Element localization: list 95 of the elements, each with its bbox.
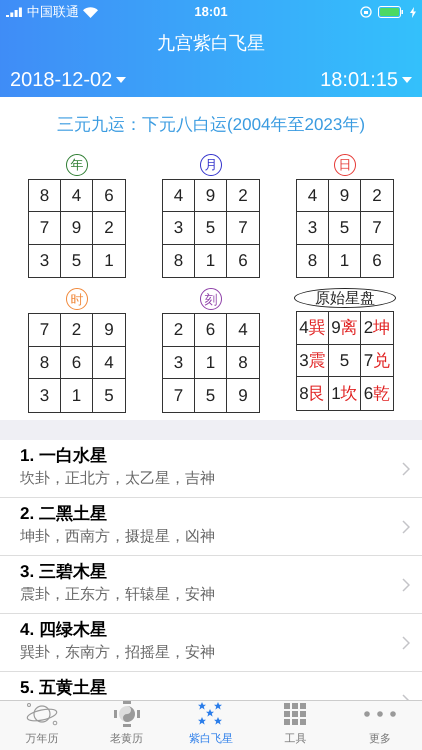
- grid-cell: 9: [61, 212, 93, 244]
- grid-cell: 8: [29, 346, 61, 379]
- charging-icon: [410, 6, 416, 18]
- grid-cell: 2: [163, 314, 195, 346]
- grid-cell: 3: [163, 212, 195, 244]
- signal-icon: [6, 7, 23, 17]
- grid-cell: 2: [227, 180, 259, 212]
- grid-cell: 3震: [297, 344, 329, 377]
- more-icon: [362, 710, 397, 718]
- grid-label: 月: [200, 154, 222, 176]
- grid-icon: [284, 703, 306, 726]
- grid-cell: 2: [361, 180, 393, 212]
- grid-cell: 4巽: [297, 312, 329, 344]
- star-list-item[interactable]: 1. 一白水星 坎卦，正北方，太乙星，吉神: [0, 440, 422, 498]
- grid-cell: 7: [163, 379, 195, 412]
- grid-cell: 1: [61, 379, 93, 412]
- star-title: 3. 三碧木星: [20, 562, 108, 582]
- grid-cell: 3: [297, 212, 329, 244]
- grid-cell: 4: [61, 180, 93, 212]
- grid-label: 刻: [200, 288, 222, 310]
- star-title: 1. 一白水星: [20, 446, 108, 466]
- star-title: 5. 五黄土星: [20, 678, 108, 698]
- star-list-item[interactable]: 4. 四绿木星 巽卦，东南方，招摇星，安神: [0, 614, 422, 672]
- grid-cell: 8: [163, 244, 195, 277]
- grid-cell: 4: [163, 180, 195, 212]
- grid-label: 时: [66, 288, 88, 310]
- grid-cell: 4: [227, 314, 259, 346]
- battery-icon: [378, 6, 404, 18]
- wifi-icon: [83, 6, 98, 18]
- grid-cell: 5: [61, 244, 93, 277]
- grid-cell: 6: [195, 314, 227, 346]
- tab[interactable]: 万年历: [0, 701, 84, 750]
- grid-cell: 8: [297, 244, 329, 277]
- time-picker[interactable]: 18:01:15: [320, 64, 412, 94]
- grid-cell: 3: [29, 379, 61, 412]
- grid-cell: 6: [93, 180, 125, 212]
- grid-cell: 5: [329, 344, 361, 377]
- grid-cell: 4: [93, 346, 125, 379]
- grid-cell: 8: [227, 346, 259, 379]
- grid-cell-text: 1: [103, 250, 115, 272]
- grid-cell: 7: [29, 314, 61, 346]
- grid-cell: 4: [297, 180, 329, 212]
- grid-cell: 3: [163, 346, 195, 379]
- grid-cell: 5: [329, 212, 361, 244]
- grid-cell-text: 6乾: [362, 382, 392, 404]
- grid-label: 原始星盘: [294, 288, 396, 308]
- grid-cell: 2: [61, 314, 93, 346]
- yin-yang-icon: [112, 700, 141, 728]
- star-list-item[interactable]: 3. 三碧木星 震卦，正东方，轩辕星，安神: [0, 556, 422, 614]
- caret-icon: [116, 76, 126, 82]
- tab[interactable]: 工具: [253, 701, 338, 750]
- grid-cell: 7: [361, 212, 393, 244]
- grid-cell: 3: [29, 244, 61, 277]
- grid-cell-text: 9: [237, 384, 249, 406]
- star-detail: 震卦，正东方，轩辕星，安神: [20, 585, 216, 605]
- grid-cell-text: 6: [237, 250, 249, 272]
- era-text: 三元九运：下元八白运(2004年至2023年): [57, 114, 365, 136]
- grid-cell: 9离: [329, 312, 361, 344]
- star-title: 2. 二黑土星: [20, 504, 108, 524]
- grid-cell: 1: [329, 244, 361, 277]
- grid-cell: 7兑: [361, 344, 393, 377]
- grid-cell: 2坤: [361, 312, 393, 344]
- grid-cell: 8艮: [297, 377, 329, 410]
- planet-icon: [25, 701, 60, 728]
- grid-cell: 5: [195, 379, 227, 412]
- carrier-name: 中国联通: [27, 3, 79, 22]
- star-title: 4. 四绿木星: [20, 620, 108, 640]
- grid-cell: 6: [61, 346, 93, 379]
- grid-cell: 9: [93, 314, 125, 346]
- star-detail: 坤卦，西南方，摄提星，凶神: [20, 527, 216, 547]
- grid-cell: 7: [227, 212, 259, 244]
- grid-cell-text: 5: [103, 384, 115, 406]
- star-list-item[interactable]: 2. 二黑土星 坤卦，西南方，摄提星，凶神: [0, 498, 422, 556]
- grid-cell: 2: [93, 212, 125, 244]
- grid-cell: 1坎: [329, 377, 361, 410]
- grid-cell: 9: [329, 180, 361, 212]
- date-picker[interactable]: 2018-12-02: [10, 64, 126, 94]
- grid-cell: 8: [29, 180, 61, 212]
- star-detail: 坎卦，正北方，太乙星，吉神: [20, 469, 216, 489]
- caret-icon: [402, 76, 412, 82]
- tab[interactable]: 更多: [338, 701, 422, 750]
- page-title: 九宫紫白飞星: [157, 32, 265, 54]
- status-time: 18:01: [194, 3, 228, 22]
- grid-cell: 9: [195, 180, 227, 212]
- grid-cell: 7: [29, 212, 61, 244]
- tab[interactable]: 老黄历: [84, 701, 169, 750]
- grid-cell: 5: [195, 212, 227, 244]
- grid-cell-text: 6: [371, 250, 383, 272]
- grid-label: 年: [66, 154, 88, 176]
- tab[interactable]: 紫白飞星: [168, 701, 254, 750]
- rotation-lock-icon: [360, 6, 372, 18]
- grid-label: 日: [334, 154, 356, 176]
- star-detail: 巽卦，东南方，招摇星，安神: [20, 643, 216, 663]
- grid-cell: 1: [195, 244, 227, 277]
- grid-cell: 1: [195, 346, 227, 379]
